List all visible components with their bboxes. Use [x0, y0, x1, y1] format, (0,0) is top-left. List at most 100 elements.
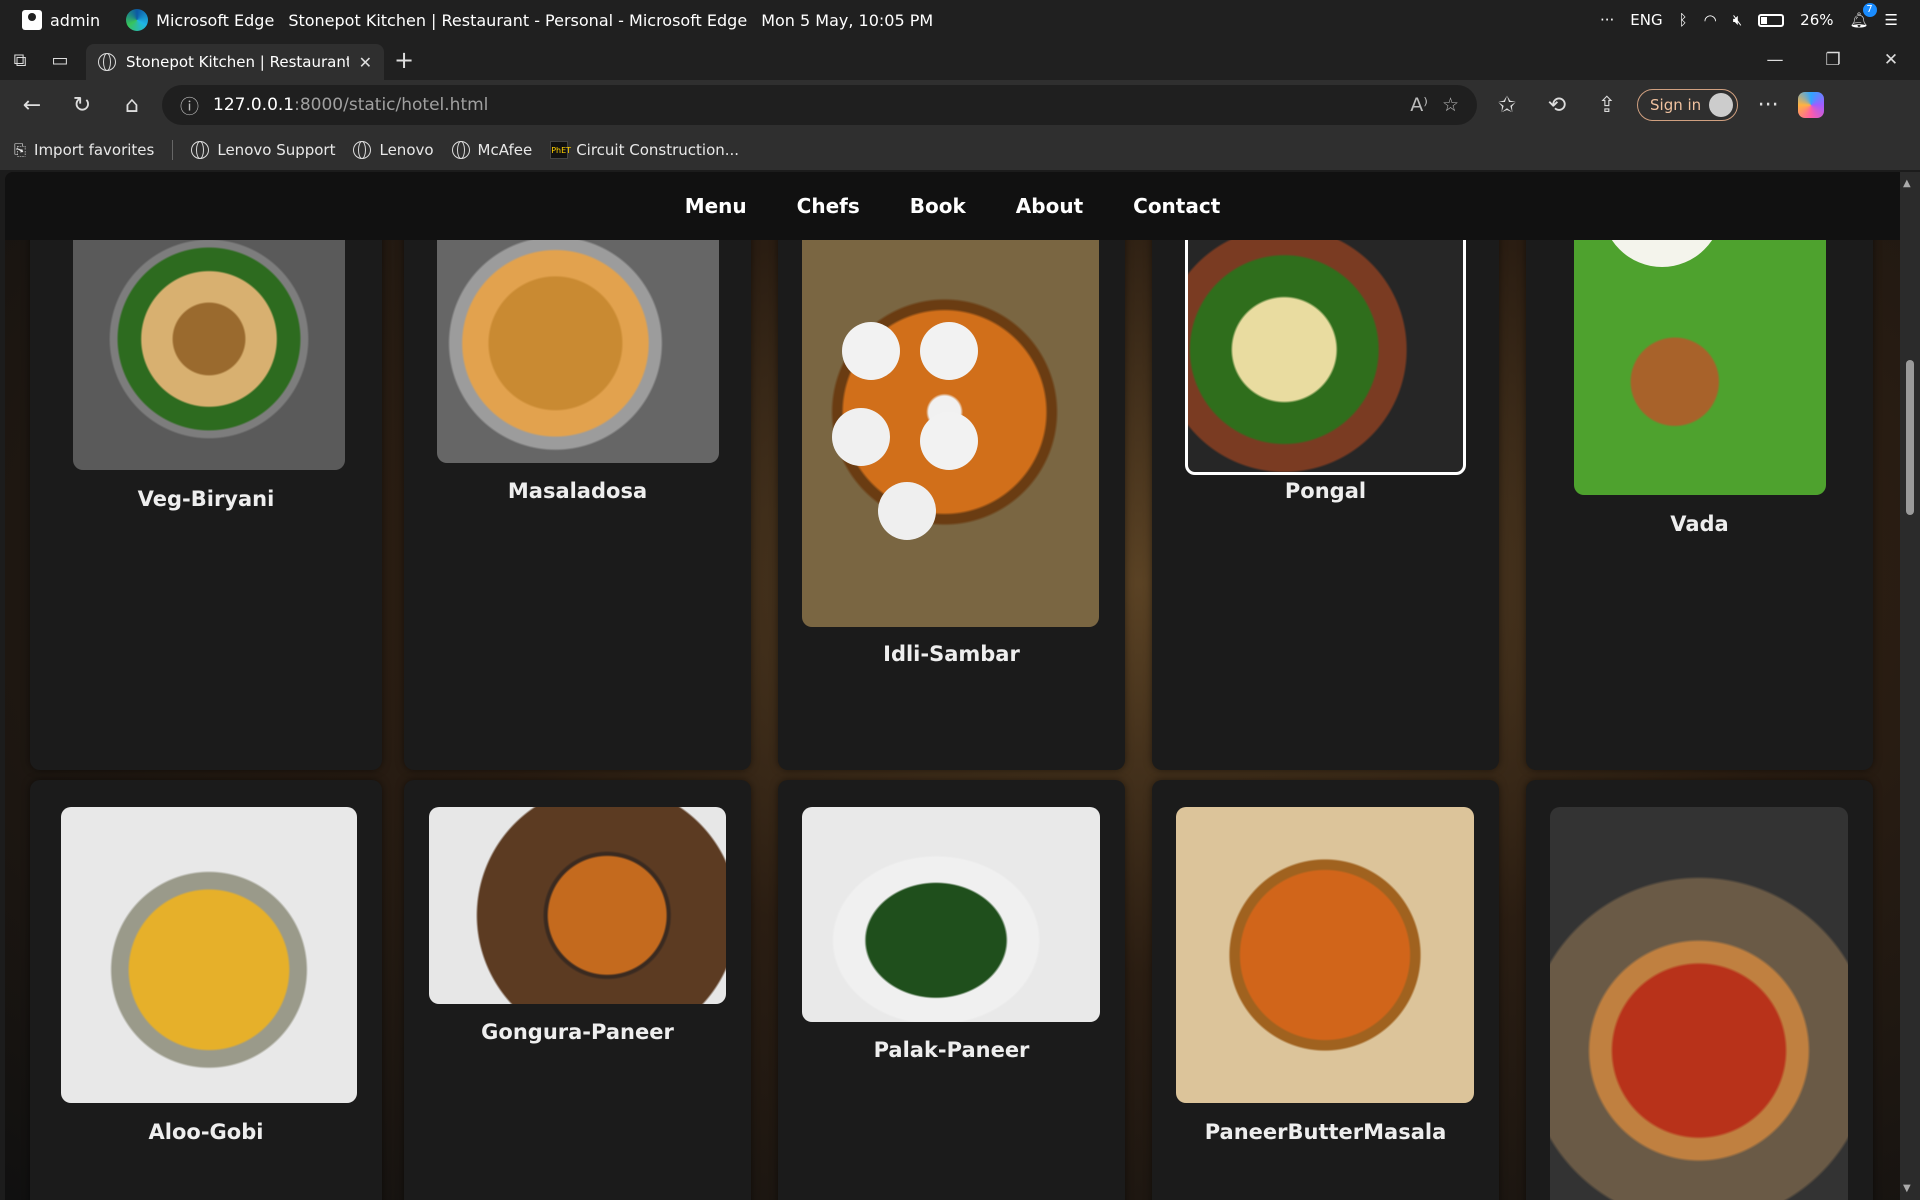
scrollbar-track[interactable] — [1900, 172, 1920, 1200]
vertical-tabs-icon[interactable]: ▭ — [40, 40, 80, 80]
dish-name: Vada — [1670, 512, 1729, 536]
notification-count: 7 — [1862, 3, 1877, 17]
favorites-bar: ⎘ Import favorites Lenovo Support Lenovo … — [0, 130, 1920, 170]
battery-icon[interactable] — [1758, 13, 1785, 27]
scrollbar-thumb[interactable] — [1906, 360, 1914, 515]
dish-card-gongura-paneer[interactable]: Gongura-Paneer — [404, 780, 751, 1200]
dish-image — [802, 807, 1100, 1022]
dish-card-aloo-gobi[interactable]: Aloo-Gobi — [30, 780, 382, 1200]
tab-strip: ⧉ ▭ Stonepot Kitchen | Restaurant ✕ + — … — [0, 40, 1920, 80]
back-icon[interactable]: ← — [12, 85, 52, 125]
window-controls: — ❐ ✕ — [1746, 50, 1920, 70]
close-window-icon[interactable]: ✕ — [1862, 50, 1920, 70]
fav-import[interactable]: ⎘ Import favorites — [14, 141, 154, 159]
os-username: admin — [50, 10, 101, 30]
battery-percent: 26% — [1800, 11, 1834, 29]
user-icon — [22, 10, 42, 30]
share-icon[interactable]: ⇪ — [1587, 85, 1627, 125]
globe-icon — [451, 141, 470, 159]
phet-icon: PhET — [550, 141, 571, 159]
fav-label: Import favorites — [34, 141, 155, 159]
dish-name: Palak-Paneer — [873, 1038, 1030, 1062]
dish-card-veg-biryani[interactable]: Veg-Biryani — [30, 187, 382, 770]
new-tab-button[interactable]: + — [384, 46, 424, 74]
bluetooth-icon[interactable]: ᛒ — [1679, 11, 1688, 29]
page-viewport: Menu Chefs Book About Contact Veg-Biryan… — [5, 172, 1900, 1200]
address-bar[interactable]: ⓘ 127.0.0.1:8000/static/hotel.html A⁾ ☆ — [162, 85, 1477, 125]
home-icon[interactable]: ⌂ — [112, 85, 152, 125]
notification-bell-icon[interactable]: 🔔︎ 7 — [1850, 3, 1877, 29]
fav-label: Lenovo — [379, 141, 434, 159]
globe-icon — [98, 53, 116, 71]
url-host: 127.0.0.1 — [213, 95, 295, 115]
settings-more-icon[interactable]: ··· — [1748, 85, 1788, 125]
read-aloud-icon[interactable]: A⁾ — [1410, 94, 1428, 116]
os-window-title: Stonepot Kitchen | Restaurant - Personal… — [288, 10, 748, 30]
nav-about[interactable]: About — [1016, 194, 1083, 218]
dish-card-masaladosa[interactable]: Masaladosa — [404, 187, 751, 770]
quick-settings-icon[interactable]: ☰ — [1885, 11, 1898, 29]
divider — [172, 140, 174, 160]
scroll-up-icon[interactable]: ▲ — [1903, 178, 1911, 189]
fav-lenovo-support[interactable]: Lenovo Support — [191, 141, 335, 159]
globe-icon — [353, 141, 372, 159]
dish-name: Veg-Biryani — [137, 487, 275, 511]
url-text[interactable]: 127.0.0.1:8000/static/hotel.html — [213, 95, 488, 115]
volume-muted-icon[interactable]: 🔇︎ — [1733, 11, 1742, 29]
address-row: ← ↻ ⌂ ⓘ 127.0.0.1:8000/static/hotel.html… — [0, 80, 1920, 130]
dish-image — [1176, 807, 1474, 1103]
fav-label: Circuit Construction... — [576, 141, 740, 159]
dish-name: Masaladosa — [507, 479, 648, 503]
os-title-bar: admin Microsoft Edge Stonepot Kitchen | … — [0, 0, 1920, 40]
minimize-icon[interactable]: — — [1746, 50, 1804, 70]
scroll-down-icon[interactable]: ▼ — [1903, 1183, 1911, 1194]
nav-chefs[interactable]: Chefs — [797, 194, 860, 218]
import-icon: ⎘ — [14, 141, 27, 159]
nav-contact[interactable]: Contact — [1133, 194, 1220, 218]
restore-icon[interactable]: ❐ — [1804, 50, 1862, 70]
dish-card-paneer-butter-masala[interactable]: PaneerButterMasala — [1152, 780, 1499, 1200]
avatar-icon — [1709, 93, 1734, 117]
fav-label: McAfee — [477, 141, 533, 159]
dish-image — [802, 197, 1099, 627]
language-indicator[interactable]: ENG — [1630, 11, 1662, 29]
close-tab-icon[interactable]: ✕ — [359, 53, 372, 72]
fav-mcafee[interactable]: McAfee — [451, 141, 533, 159]
fav-circuit[interactable]: PhET Circuit Construction... — [550, 141, 739, 159]
dish-card-idli-sambar[interactable]: Idli-Sambar — [778, 187, 1125, 770]
site-info-icon[interactable]: ⓘ — [180, 92, 199, 119]
favorites-icon[interactable]: ✩ — [1487, 85, 1527, 125]
sign-in-label: Sign in — [1650, 96, 1702, 114]
dish-image — [1550, 807, 1848, 1200]
tab-title: Stonepot Kitchen | Restaurant — [126, 53, 349, 71]
fav-lenovo[interactable]: Lenovo — [353, 141, 434, 159]
os-datetime: Mon 5 May, 10:05 PM — [761, 10, 934, 30]
dish-card-halwa[interactable] — [1526, 780, 1873, 1200]
favorite-star-icon[interactable]: ☆ — [1442, 94, 1459, 116]
edge-logo-icon — [126, 9, 149, 31]
sign-in-button[interactable]: Sign in — [1637, 89, 1739, 121]
history-icon[interactable]: ⟲ — [1537, 85, 1577, 125]
dish-name: Gongura-Paneer — [481, 1020, 674, 1044]
dish-card-pongal[interactable]: Pongal — [1152, 187, 1499, 770]
active-tab[interactable]: Stonepot Kitchen | Restaurant ✕ — [86, 44, 384, 80]
dish-card-vada[interactable]: Vada — [1526, 187, 1873, 770]
url-path: :8000/static/hotel.html — [294, 95, 489, 115]
dish-name: Aloo-Gobi — [148, 1120, 264, 1144]
dish-image — [61, 807, 357, 1103]
site-navbar: Menu Chefs Book About Contact — [5, 172, 1900, 240]
nav-menu[interactable]: Menu — [685, 194, 747, 218]
workspaces-icon[interactable]: ⧉ — [0, 40, 40, 80]
nav-book[interactable]: Book — [910, 194, 966, 218]
dish-image — [429, 807, 726, 1004]
refresh-icon[interactable]: ↻ — [62, 85, 102, 125]
os-app-name: Microsoft Edge — [156, 10, 275, 30]
dish-name: Pongal — [1284, 479, 1367, 503]
wifi-icon[interactable]: ◠ — [1704, 11, 1717, 29]
dish-image — [1574, 197, 1826, 495]
more-icon[interactable]: ··· — [1600, 11, 1614, 29]
dish-card-palak-paneer[interactable]: Palak-Paneer — [778, 780, 1125, 1200]
copilot-icon[interactable] — [1798, 92, 1825, 118]
dish-name: PaneerButterMasala — [1204, 1120, 1447, 1144]
dish-name: Idli-Sambar — [883, 642, 1020, 666]
